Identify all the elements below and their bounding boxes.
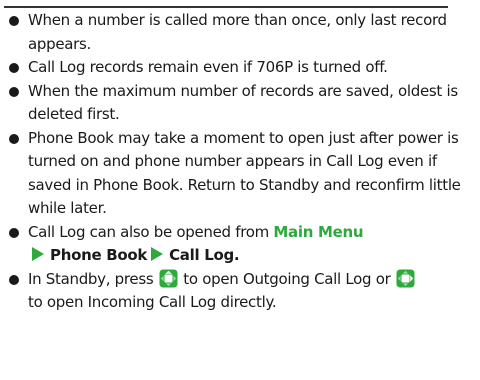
note-prefix: Call Log can also be opened from [28, 222, 274, 241]
bullet-icon [9, 274, 19, 285]
note-item-menu-path: Call Log can also be opened from Main Me… [6, 221, 472, 268]
note-item-standby-keys: In Standby, press to open Outgoing Call … [6, 268, 472, 315]
note-part: to open Outgoing Call Log or [178, 269, 395, 288]
note-item: When the maximum number of records are s… [6, 80, 472, 127]
call-log-label: Call Log [169, 246, 234, 264]
manual-page: When a number is called more than once, … [0, 0, 480, 380]
arrow-right-icon [32, 247, 44, 261]
note-text: Call Log records remain even if 706P is … [28, 58, 388, 76]
top-rule [4, 6, 448, 8]
bullet-icon [9, 16, 19, 26]
note-part: to open Incoming Call Log directly. [28, 293, 277, 311]
note-item: When a number is called more than once, … [6, 9, 472, 56]
nav-key-right-icon [396, 269, 415, 288]
phone-book-label: Phone Book [50, 246, 148, 264]
main-menu-label: Main Menu [273, 222, 364, 241]
bullet-icon [9, 63, 19, 73]
note-item: Call Log records remain even if 706P is … [6, 56, 472, 80]
bullet-icon [9, 227, 19, 238]
arrow-right-icon [151, 247, 164, 261]
note-text: Phone Book may take a moment to open jus… [28, 128, 461, 218]
nav-key-up-icon [159, 269, 178, 288]
notes-list: When a number is called more than once, … [6, 9, 472, 315]
bullet-icon [9, 86, 19, 97]
note-part: In Standby, press [28, 269, 158, 288]
note-text: When a number is called more than once, … [28, 11, 447, 53]
bullet-icon [9, 133, 19, 144]
note-item: Phone Book may take a moment to open jus… [6, 127, 472, 221]
note-suffix: . [233, 246, 240, 264]
note-text: When the maximum number of records are s… [28, 81, 458, 124]
